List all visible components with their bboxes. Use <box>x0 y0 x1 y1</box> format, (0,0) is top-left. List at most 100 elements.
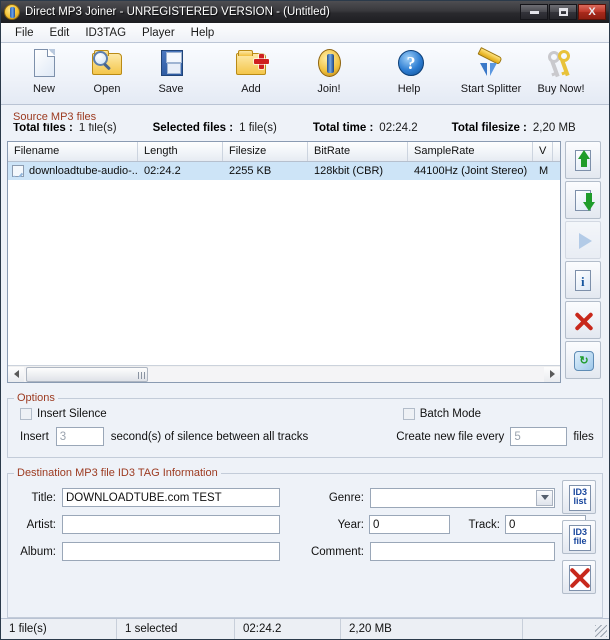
table-row[interactable]: downloadtube-audio-... 02:24.2 2255 KB 1… <box>8 162 560 180</box>
move-down-icon <box>583 202 595 211</box>
column-header-filesize[interactable]: Filesize <box>223 142 308 161</box>
options-value-row: Insert second(s) of silence between all … <box>8 420 602 446</box>
id3-group-label: Destination MP3 file ID3 TAG Information <box>14 467 221 479</box>
menu-item-edit[interactable]: Edit <box>42 25 78 41</box>
toolbar-buy-now-button[interactable]: Buy Now! <box>528 43 594 101</box>
minimize-button[interactable] <box>520 4 548 20</box>
cell-filename[interactable]: downloadtube-audio-... <box>8 165 138 177</box>
move-up-button[interactable] <box>565 141 601 179</box>
batch-mode-label-text: Batch Mode <box>419 408 482 420</box>
toolbar-open-button[interactable]: Open <box>77 43 137 101</box>
column-header-length[interactable]: Length <box>138 142 223 161</box>
insert-seconds-input[interactable] <box>55 427 104 446</box>
id3-side-toolbar: ID3 list ID3 file <box>562 480 596 594</box>
toolbar-new-button[interactable]: New <box>14 43 74 101</box>
scrollbar-thumb[interactable] <box>26 366 148 382</box>
stat-selected-files-value: 1 file(s) <box>239 122 277 134</box>
artist-label: Artist: <box>26 518 56 531</box>
toolbar-save-button[interactable]: Save <box>141 43 201 101</box>
toolbar-add-label: Add <box>241 83 261 95</box>
status-selected-count: 1 selected <box>117 619 235 639</box>
scrollbar-track[interactable] <box>24 366 544 382</box>
main-content: Source MP3 files Total files : 1 file(s)… <box>1 105 609 618</box>
artist-input[interactable] <box>62 515 280 534</box>
album-input[interactable] <box>62 542 280 561</box>
toolbar-join-label: Join! <box>317 83 341 95</box>
file-list-header: Filename Length Filesize BitRate SampleR… <box>8 142 560 162</box>
year-input[interactable] <box>369 515 450 534</box>
clear-tags-button[interactable] <box>562 560 596 594</box>
scroll-right-button[interactable] <box>544 366 560 382</box>
scroll-left-button[interactable] <box>8 366 24 382</box>
list-side-toolbar: i ↻ <box>565 141 603 383</box>
menu-item-player[interactable]: Player <box>134 25 183 41</box>
insert-silence-label-text: Insert Silence <box>37 408 107 420</box>
splitter-pen-icon <box>473 46 509 82</box>
info-icon: i <box>581 274 585 289</box>
horizontal-scrollbar[interactable] <box>8 365 560 382</box>
title-label: Title: <box>31 491 57 504</box>
menu-item-help[interactable]: Help <box>183 25 223 41</box>
menu-item-file[interactable]: File <box>7 25 42 41</box>
menu-item-id3tag[interactable]: ID3TAG <box>77 25 134 41</box>
options-group-label: Options <box>14 392 58 404</box>
resize-grip-icon[interactable] <box>595 625 607 637</box>
source-files-group-label: Source MP3 files <box>10 111 100 123</box>
play-button[interactable] <box>565 221 601 259</box>
cell-length: 02:24.2 <box>144 165 181 177</box>
menu-bar: File Edit ID3TAG Player Help <box>1 23 609 43</box>
id3-file-icon: ID3 file <box>572 527 587 546</box>
toolbar-start-splitter-button[interactable]: Start Splitter <box>456 43 526 101</box>
join-plug-icon <box>311 48 347 82</box>
genre-label: Genre: <box>328 491 364 504</box>
insert-silence-checkbox-label[interactable]: Insert Silence <box>20 408 107 420</box>
refresh-button[interactable]: ↻ <box>565 341 601 379</box>
open-folder-magnifier-icon <box>89 48 125 82</box>
comment-input[interactable] <box>370 542 555 561</box>
maximize-button[interactable] <box>549 4 577 20</box>
id3-row-title: Title: Genre: <box>8 484 602 511</box>
column-header-bitrate[interactable]: BitRate <box>308 142 408 161</box>
id3-fields: Title: Genre: Artist: Year: Track: <box>8 476 602 565</box>
batch-suffix-label: files <box>573 430 594 443</box>
title-input[interactable] <box>62 488 280 507</box>
toolbar-join-button[interactable]: Join! <box>299 43 359 101</box>
stat-total-files: Total files : 1 file(s) <box>13 122 117 134</box>
stat-total-time-label: Total time : <box>312 122 374 134</box>
file-list-view[interactable]: Filename Length Filesize BitRate SampleR… <box>7 141 561 383</box>
column-header-volume[interactable]: V <box>533 142 553 161</box>
play-icon <box>579 233 592 249</box>
remove-button[interactable] <box>565 301 601 339</box>
status-file-count: 1 file(s) <box>1 619 117 639</box>
file-list-area: Filename Length Filesize BitRate SampleR… <box>7 141 603 383</box>
stat-total-files-label: Total files : <box>13 122 73 134</box>
genre-combobox[interactable] <box>370 487 555 508</box>
title-bar: Direct MP3 Joiner - UNREGISTERED VERSION… <box>1 1 609 23</box>
delete-x-icon <box>573 311 595 332</box>
id3-list-button[interactable]: ID3 list <box>562 480 596 514</box>
help-question-icon: ? <box>391 48 427 82</box>
move-down-button[interactable] <box>565 181 601 219</box>
triangle-left-icon <box>13 370 19 378</box>
close-button[interactable]: X <box>578 4 606 20</box>
insert-silence-checkbox[interactable] <box>20 408 32 420</box>
id3-file-button[interactable]: ID3 file <box>562 520 596 554</box>
stat-total-time-value: 02:24.2 <box>379 122 418 134</box>
stat-total-filesize-value: 2,20 MB <box>532 122 576 134</box>
info-button[interactable]: i <box>565 261 601 299</box>
column-header-filename[interactable]: Filename <box>8 142 138 161</box>
folder-plus-icon <box>233 48 269 82</box>
stat-total-files-value: 1 file(s) <box>78 122 117 134</box>
genre-dropdown-button[interactable] <box>536 489 553 506</box>
column-header-samplerate[interactable]: SampleRate <box>408 142 533 161</box>
batch-mode-checkbox[interactable] <box>402 408 415 420</box>
toolbar-add-button[interactable]: Add <box>221 43 281 101</box>
batch-mode-checkbox-label[interactable]: Batch Mode <box>402 408 482 420</box>
row-checkbox[interactable] <box>12 165 24 177</box>
stat-selected-files: Selected files : 1 file(s) <box>153 122 277 134</box>
batch-files-input[interactable] <box>510 427 568 446</box>
mp3-plug-icon <box>4 4 20 20</box>
toolbar-help-button[interactable]: ? Help <box>379 43 439 101</box>
year-label: Year: <box>337 518 364 531</box>
options-group: Options Insert Silence Batch Mode Insert… <box>7 392 603 458</box>
